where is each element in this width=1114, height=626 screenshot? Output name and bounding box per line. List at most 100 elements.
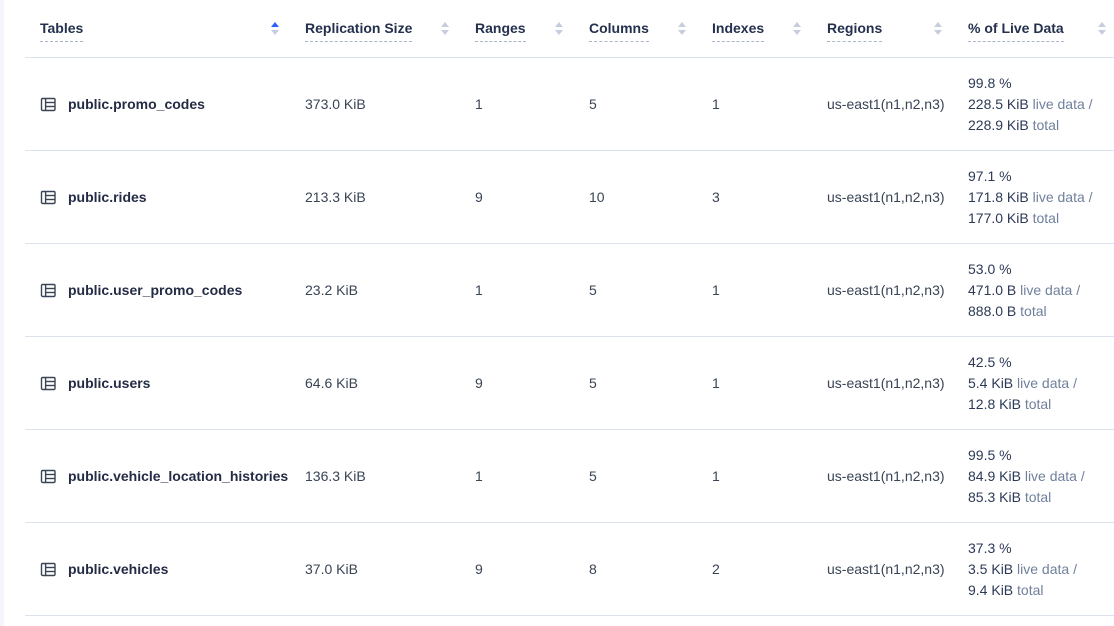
columns-cell: 5 xyxy=(589,375,712,391)
live-data-percent: 99.8 % xyxy=(968,73,1114,94)
sort-arrows-icon xyxy=(678,22,686,35)
indexes-cell: 2 xyxy=(712,561,827,577)
sort-desc-icon xyxy=(934,30,942,35)
column-header-indexes[interactable]: Indexes xyxy=(712,0,827,57)
table-header-row: Tables Replication Size Ranges Columns I… xyxy=(25,0,1114,58)
ranges-cell: 9 xyxy=(475,189,589,205)
table-icon xyxy=(40,375,57,392)
total-data-amount: 888.0 B total xyxy=(968,301,1114,322)
column-header-regions[interactable]: Regions xyxy=(827,0,968,57)
regions-cell: us-east1(n1,n2,n3) xyxy=(827,561,968,577)
columns-cell: 5 xyxy=(589,468,712,484)
sort-arrows-icon xyxy=(1098,22,1106,35)
column-header-tables[interactable]: Tables xyxy=(40,0,305,57)
ranges-cell: 9 xyxy=(475,561,589,577)
columns-cell: 10 xyxy=(589,189,712,205)
tables-list: Tables Replication Size Ranges Columns I… xyxy=(25,0,1114,616)
live-data-amount: 171.8 KiB live data / xyxy=(968,187,1114,208)
column-header-ranges[interactable]: Ranges xyxy=(475,0,589,57)
table-name-link[interactable]: public.vehicle_location_histories xyxy=(68,468,288,484)
table-row[interactable]: public.user_promo_codes 23.2 KiB 1 5 1 u… xyxy=(25,244,1114,337)
live-data-cell: 97.1 % 171.8 KiB live data / 177.0 KiB t… xyxy=(968,166,1114,229)
column-header-replication-size[interactable]: Replication Size xyxy=(305,0,475,57)
live-data-cell: 42.5 % 5.4 KiB live data / 12.8 KiB tota… xyxy=(968,352,1114,415)
sort-asc-icon xyxy=(934,22,942,27)
column-header-live-data[interactable]: % of Live Data xyxy=(968,0,1114,57)
indexes-cell: 1 xyxy=(712,375,827,391)
table-row[interactable]: public.promo_codes 373.0 KiB 1 5 1 us-ea… xyxy=(25,58,1114,151)
ranges-cell: 1 xyxy=(475,468,589,484)
live-data-amount: 471.0 B live data / xyxy=(968,280,1114,301)
live-data-cell: 99.5 % 84.9 KiB live data / 85.3 KiB tot… xyxy=(968,445,1114,508)
total-data-amount: 228.9 KiB total xyxy=(968,115,1114,136)
total-data-amount: 9.4 KiB total xyxy=(968,580,1114,601)
columns-cell: 5 xyxy=(589,96,712,112)
live-data-percent: 42.5 % xyxy=(968,352,1114,373)
ranges-cell: 1 xyxy=(475,96,589,112)
table-icon xyxy=(40,189,57,206)
columns-cell: 8 xyxy=(589,561,712,577)
regions-cell: us-east1(n1,n2,n3) xyxy=(827,282,968,298)
sort-arrows-icon xyxy=(441,22,449,35)
ranges-cell: 1 xyxy=(475,282,589,298)
table-name-link[interactable]: public.users xyxy=(68,375,150,391)
sort-asc-icon xyxy=(555,22,563,27)
replication-size-cell: 23.2 KiB xyxy=(305,282,475,298)
sort-asc-icon xyxy=(793,22,801,27)
table-name-cell: public.user_promo_codes xyxy=(40,282,305,299)
table-name-cell: public.promo_codes xyxy=(40,96,305,113)
regions-cell: us-east1(n1,n2,n3) xyxy=(827,189,968,205)
table-name-cell: public.users xyxy=(40,375,305,392)
table-name-cell: public.vehicles xyxy=(40,561,305,578)
indexes-cell: 1 xyxy=(712,468,827,484)
table-name-link[interactable]: public.rides xyxy=(68,189,147,205)
column-header-columns[interactable]: Columns xyxy=(589,0,712,57)
sort-arrows-icon xyxy=(271,22,279,35)
table-name-link[interactable]: public.user_promo_codes xyxy=(68,282,242,298)
regions-cell: us-east1(n1,n2,n3) xyxy=(827,468,968,484)
table-name-cell: public.vehicle_location_histories xyxy=(40,468,305,485)
sort-desc-icon xyxy=(1098,30,1106,35)
sort-asc-icon xyxy=(271,22,279,27)
table-row[interactable]: public.vehicles 37.0 KiB 9 8 2 us-east1(… xyxy=(25,523,1114,616)
replication-size-cell: 373.0 KiB xyxy=(305,96,475,112)
sort-asc-icon xyxy=(678,22,686,27)
replication-size-cell: 136.3 KiB xyxy=(305,468,475,484)
live-data-cell: 53.0 % 471.0 B live data / 888.0 B total xyxy=(968,259,1114,322)
live-data-amount: 3.5 KiB live data / xyxy=(968,559,1114,580)
sort-desc-icon xyxy=(441,30,449,35)
live-data-percent: 53.0 % xyxy=(968,259,1114,280)
sort-desc-icon xyxy=(678,30,686,35)
table-icon xyxy=(40,468,57,485)
table-icon xyxy=(40,282,57,299)
live-data-amount: 5.4 KiB live data / xyxy=(968,373,1114,394)
table-body: public.promo_codes 373.0 KiB 1 5 1 us-ea… xyxy=(25,58,1114,616)
sort-arrows-icon xyxy=(555,22,563,35)
indexes-cell: 3 xyxy=(712,189,827,205)
sort-desc-icon xyxy=(793,30,801,35)
sort-desc-icon xyxy=(271,30,279,35)
replication-size-cell: 37.0 KiB xyxy=(305,561,475,577)
table-name-cell: public.rides xyxy=(40,189,305,206)
replication-size-cell: 64.6 KiB xyxy=(305,375,475,391)
ranges-cell: 9 xyxy=(475,375,589,391)
regions-cell: us-east1(n1,n2,n3) xyxy=(827,96,968,112)
indexes-cell: 1 xyxy=(712,282,827,298)
indexes-cell: 1 xyxy=(712,96,827,112)
live-data-percent: 99.5 % xyxy=(968,445,1114,466)
total-data-amount: 85.3 KiB total xyxy=(968,487,1114,508)
table-row[interactable]: public.users 64.6 KiB 9 5 1 us-east1(n1,… xyxy=(25,337,1114,430)
sort-desc-icon xyxy=(555,30,563,35)
live-data-percent: 37.3 % xyxy=(968,538,1114,559)
table-name-link[interactable]: public.vehicles xyxy=(68,561,168,577)
columns-cell: 5 xyxy=(589,282,712,298)
table-name-link[interactable]: public.promo_codes xyxy=(68,96,205,112)
table-icon xyxy=(40,561,57,578)
table-row[interactable]: public.rides 213.3 KiB 9 10 3 us-east1(n… xyxy=(25,151,1114,244)
table-row[interactable]: public.vehicle_location_histories 136.3 … xyxy=(25,430,1114,523)
table-icon xyxy=(40,96,57,113)
live-data-amount: 84.9 KiB live data / xyxy=(968,466,1114,487)
sort-asc-icon xyxy=(1098,22,1106,27)
total-data-amount: 12.8 KiB total xyxy=(968,394,1114,415)
sort-arrows-icon xyxy=(934,22,942,35)
